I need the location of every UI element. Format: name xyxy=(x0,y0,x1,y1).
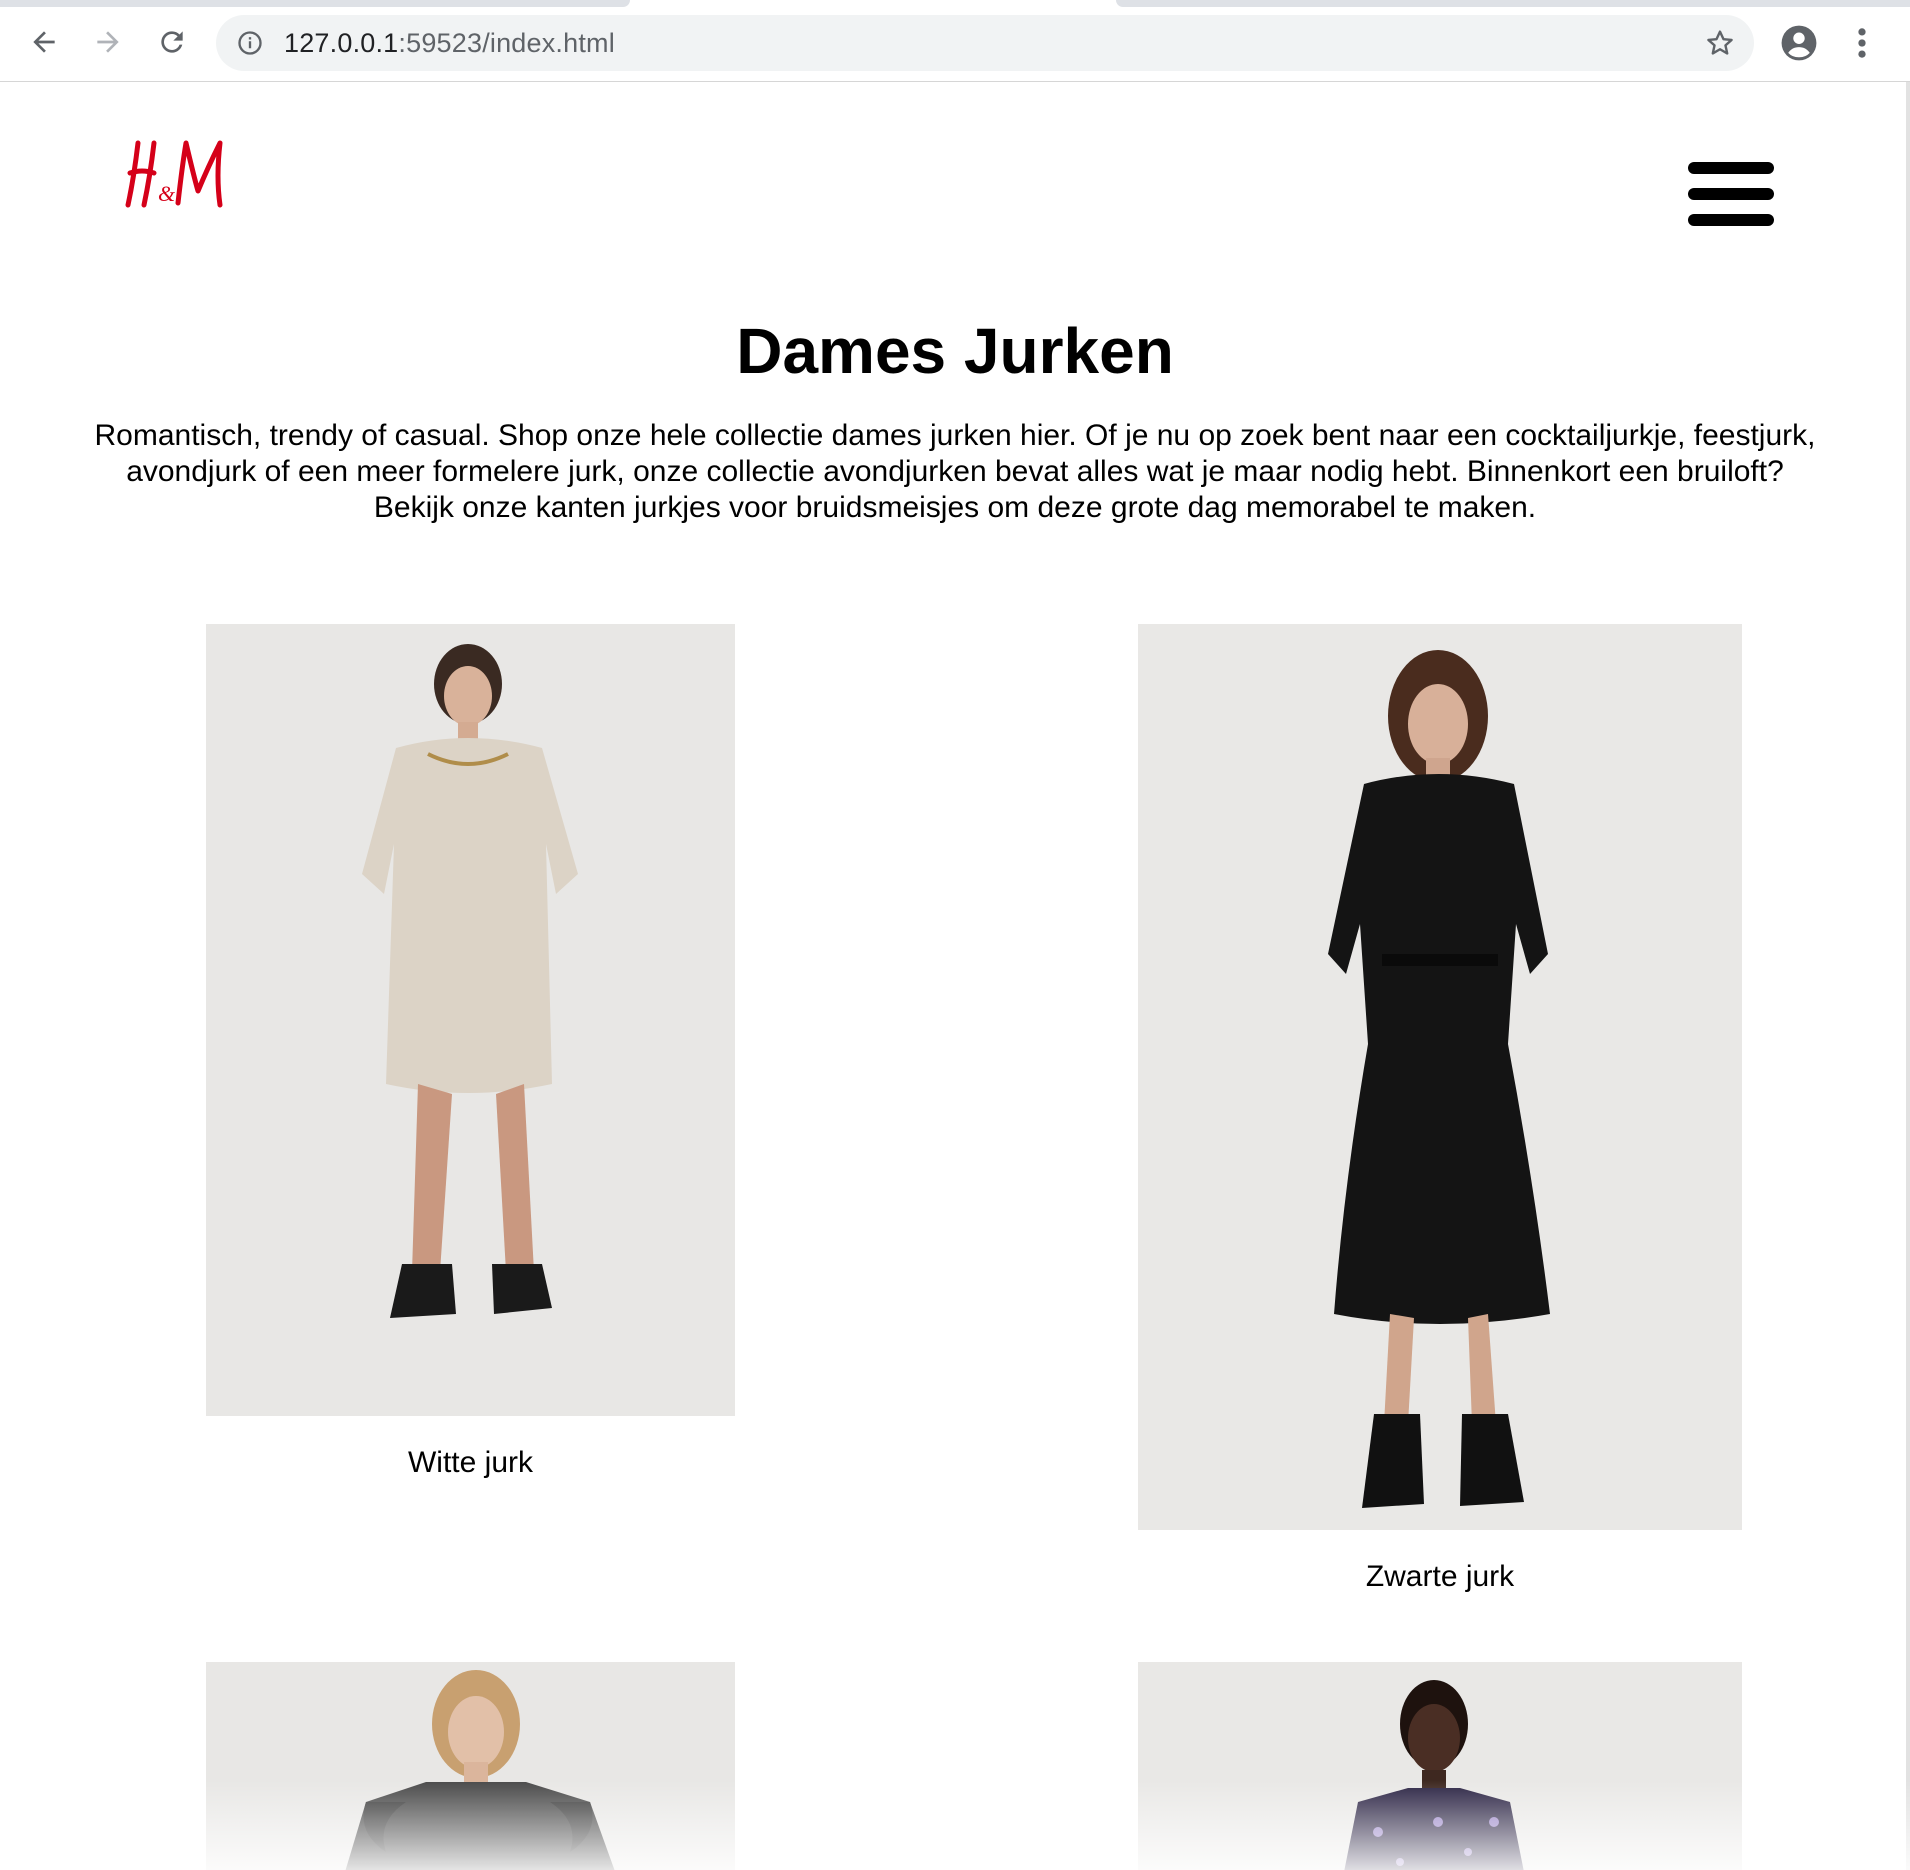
address-bar[interactable]: 127.0.0.1:59523/index.html xyxy=(216,15,1754,71)
tab-strip xyxy=(0,0,1910,8)
inactive-tab[interactable] xyxy=(1116,0,1910,7)
menu-bar xyxy=(1688,162,1774,174)
back-button[interactable] xyxy=(24,22,64,62)
arrow-right-icon xyxy=(97,31,119,53)
info-icon[interactable] xyxy=(236,29,264,57)
star-icon[interactable] xyxy=(1704,27,1736,59)
product-photo[interactable] xyxy=(206,624,735,1416)
product-name[interactable]: Zwarte jurk xyxy=(1138,1560,1742,1594)
url-host: 127.0.0.1 xyxy=(284,28,399,58)
menu-bar xyxy=(1688,188,1774,200)
forward-button[interactable] xyxy=(88,22,128,62)
product-photo[interactable] xyxy=(206,1662,735,1870)
menu-bar xyxy=(1688,214,1774,226)
product-photo[interactable] xyxy=(1138,1662,1742,1870)
hamburger-menu-icon[interactable] xyxy=(1688,162,1774,226)
product-photo[interactable] xyxy=(1138,624,1742,1530)
url-text[interactable]: 127.0.0.1:59523/index.html xyxy=(284,28,615,59)
intro-text: Romantisch, trendy of casual. Shop onze … xyxy=(94,419,1816,524)
hm-logo-mark: & xyxy=(125,140,223,208)
model-grey-ruffle-dress-image xyxy=(206,1662,735,1870)
hm-logo[interactable]: & xyxy=(124,137,230,217)
inactive-tab[interactable] xyxy=(0,0,630,7)
svg-text:&: & xyxy=(158,181,176,206)
model-floral-dress-image xyxy=(1138,1662,1742,1870)
scrollbar-edge[interactable] xyxy=(1906,82,1910,1870)
arrow-left-icon xyxy=(33,31,55,53)
account-circle-icon[interactable] xyxy=(1780,24,1818,62)
model-beige-dress-image xyxy=(206,624,735,1416)
browser-toolbar: 127.0.0.1:59523/index.html xyxy=(0,0,1910,82)
vertical-dots-icon[interactable] xyxy=(1850,24,1874,62)
model-black-dress-image xyxy=(1138,624,1742,1530)
reload-button[interactable] xyxy=(152,22,192,62)
product-name[interactable]: Witte jurk xyxy=(206,1446,735,1480)
reload-icon xyxy=(161,31,183,53)
page-title: Dames Jurken xyxy=(736,315,1174,387)
web-page: & Dames Jurken Romantisch, trendy of cas… xyxy=(0,82,1910,1870)
url-path: :59523/index.html xyxy=(398,28,615,58)
